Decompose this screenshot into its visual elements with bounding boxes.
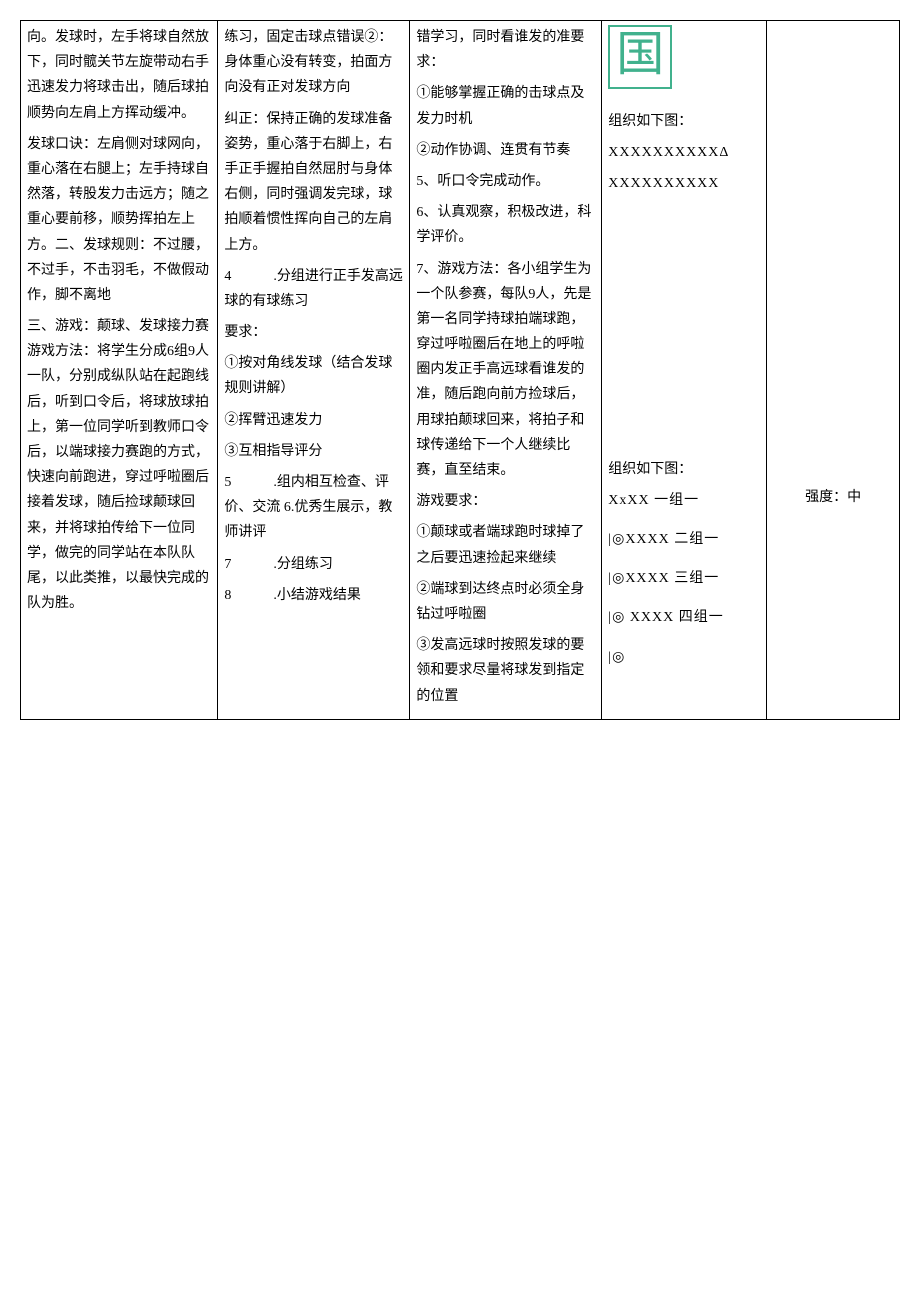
lesson-plan-page: 向。发球时，左手将球自然放下，同时髋关节左旋带动右手迅速发力将球击出，随后球拍顺… xyxy=(20,20,900,720)
text-block: ①能够掌握正确的击球点及发力时机 xyxy=(416,81,595,131)
group-line: |◎ XXXX 四组一 xyxy=(608,605,760,630)
text-block: 7、游戏方法：各小组学生为一个队参赛，每队9人，先是第一名同学持球拍端球跑，穿过… xyxy=(416,257,595,484)
list-item: 7 .分组练习 xyxy=(224,552,403,577)
item-number: 7 xyxy=(224,557,231,572)
formation-line: XXXXXXXXXX xyxy=(608,171,760,196)
list-item: 8 .小结游戏结果 xyxy=(224,583,403,608)
organization-label: 组织如下图： xyxy=(608,457,760,482)
text-block: 错学习，同时看谁发的准要求： xyxy=(416,25,595,75)
list-item: 4 .分组进行正手发高远球的有球练习 xyxy=(224,264,403,314)
intensity-label: 强度：中 xyxy=(773,485,893,510)
content-column-1: 向。发球时，左手将球自然放下，同时髋关节左旋带动右手迅速发力将球击出，随后球拍顺… xyxy=(21,21,218,720)
text-block: ③互相指导评分 xyxy=(224,439,403,464)
content-column-3: 错学习，同时看谁发的准要求： ①能够掌握正确的击球点及发力时机 ②动作协调、连贯… xyxy=(410,21,602,720)
group-line: |◎XXXX 二组一 xyxy=(608,527,760,552)
text-block: ①颠球或者端球跑时球掉了之后要迅速捡起来继续 xyxy=(416,520,595,570)
list-item: 5 .组内相互检查、评价、交流 6.优秀生展示，教师讲评 xyxy=(224,470,403,546)
text-block: ①按对角线发球（结合发球规则讲解） xyxy=(224,351,403,401)
text-block: 5、听口令完成动作。 xyxy=(416,169,595,194)
text-block: ②挥臂迅速发力 xyxy=(224,408,403,433)
organization-column: 国 组织如下图： XXXXXXXXXXΔ XXXXXXXXXX 组织如下图： X… xyxy=(602,21,767,720)
formation-line: XXXXXXXXXXΔ xyxy=(608,140,760,165)
lesson-plan-table: 向。发球时，左手将球自然放下，同时髋关节左旋带动右手迅速发力将球击出，随后球拍顺… xyxy=(20,20,900,720)
text-block: 发球口诀：左肩侧对球网向，重心落在右腿上；左手持球自然落，转股发力击远方；随之重… xyxy=(27,132,211,308)
text-block: 6、认真观察，积极改进，科学评价。 xyxy=(416,200,595,250)
item-number: 4 xyxy=(224,269,231,284)
item-number: 8 xyxy=(224,588,231,603)
intensity-column: 强度：中 xyxy=(767,21,900,720)
item-number: 5 xyxy=(224,475,231,490)
group-line: |◎XXXX 三组一 xyxy=(608,566,760,591)
table-row: 向。发球时，左手将球自然放下，同时髋关节左旋带动右手迅速发力将球击出，随后球拍顺… xyxy=(21,21,900,720)
text-block: 纠正：保持正确的发球准备姿势，重心落于右脚上，右手正手握拍自然屈肘与身体右侧，同… xyxy=(224,107,403,258)
text-block: 向。发球时，左手将球自然放下，同时髋关节左旋带动右手迅速发力将球击出，随后球拍顺… xyxy=(27,25,211,126)
text-block: 三、游戏：颠球、发球接力赛游戏方法：将学生分成6组9人一队，分别成纵队站在起跑线… xyxy=(27,314,211,616)
guo-character-box: 国 xyxy=(608,25,672,89)
text-block: ③发高远球时按照发球的要领和要求尽量将球发到指定的位置 xyxy=(416,633,595,709)
text-block: ②端球到达终点时必须全身钻过呼啦圈 xyxy=(416,577,595,627)
text-block: ②动作协调、连贯有节奏 xyxy=(416,138,595,163)
content-column-2: 练习，固定击球点错误②：身体重心没有转变，拍面方向没有正对发球方向 纠正：保持正… xyxy=(218,21,410,720)
text-block: 游戏要求： xyxy=(416,489,595,514)
item-text: .组内相互检查、评价、交流 6.优秀生展示，教师讲评 xyxy=(224,475,392,540)
organization-label: 组织如下图： xyxy=(608,109,760,134)
text-block: 要求： xyxy=(224,320,403,345)
group-line: |◎ xyxy=(608,645,760,670)
text-block: 练习，固定击球点错误②：身体重心没有转变，拍面方向没有正对发球方向 xyxy=(224,25,403,101)
item-text: .小结游戏结果 xyxy=(273,588,361,603)
group-line: XxXX 一组一 xyxy=(608,488,760,513)
item-text: .分组进行正手发高远球的有球练习 xyxy=(224,269,403,309)
item-text: .分组练习 xyxy=(273,557,333,572)
